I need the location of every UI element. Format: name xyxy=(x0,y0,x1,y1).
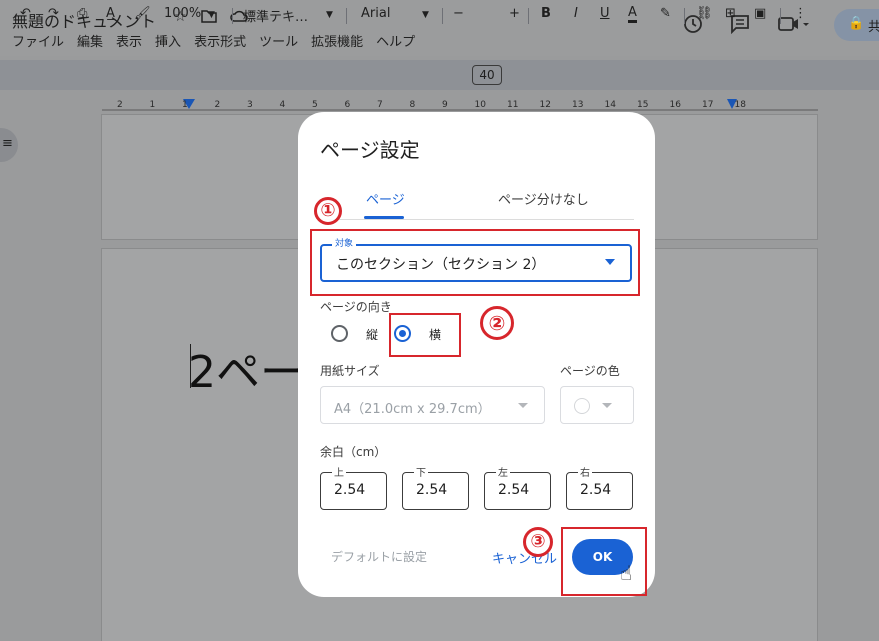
increase-font-size-button[interactable]: + xyxy=(509,6,520,21)
redo-icon[interactable]: ↷ xyxy=(48,6,59,21)
margin-left-label: 左 xyxy=(496,464,510,479)
margin-top-label: 上 xyxy=(332,464,346,479)
menu-tools[interactable]: ツール xyxy=(259,31,298,50)
tab-pageless[interactable]: ページ分けなし xyxy=(498,189,589,208)
margin-bottom-value: 2.54 xyxy=(416,482,448,498)
zoom-select[interactable]: 100% xyxy=(164,6,201,21)
font-caret-icon: ▼ xyxy=(422,10,429,20)
ruler-number: 11 xyxy=(507,100,519,110)
portrait-label: 縦 xyxy=(366,328,379,342)
ruler-number: 9 xyxy=(442,100,448,110)
ruler-number: 2 xyxy=(214,100,221,110)
highlight-icon[interactable]: ✎ xyxy=(660,6,671,21)
ruler-number: 3 xyxy=(247,100,253,110)
menu-extensions[interactable]: 拡張機能 xyxy=(311,31,363,50)
toolbar xyxy=(0,60,879,90)
margins-label: 余白（cm） xyxy=(320,445,387,459)
insert-link-icon[interactable]: ⛓ xyxy=(696,6,713,21)
annotation-box-2 xyxy=(389,313,461,357)
portrait-radio[interactable] xyxy=(331,325,348,342)
ruler-number: 16 xyxy=(669,100,681,110)
ruler-number: 4 xyxy=(279,100,286,110)
toolbar-divider xyxy=(442,8,443,24)
ruler-number: 18 xyxy=(734,100,746,110)
more-options-icon[interactable]: ⋮ xyxy=(794,6,807,21)
toolbar-divider xyxy=(684,8,685,24)
toolbar-divider xyxy=(780,8,781,24)
menu-edit[interactable]: 編集 xyxy=(77,31,103,50)
menu-view[interactable]: 表示 xyxy=(116,31,142,50)
annotation-box-3 xyxy=(561,527,647,596)
page-color-swatch xyxy=(574,398,590,414)
style-caret-icon: ▼ xyxy=(326,10,333,20)
menu-insert[interactable]: 挿入 xyxy=(155,31,181,50)
tab-pages[interactable]: ページ xyxy=(366,189,405,208)
undo-icon[interactable]: ↶ xyxy=(20,6,31,21)
ruler-number: 12 xyxy=(539,100,551,110)
dialog-title: ページ設定 xyxy=(320,138,420,162)
ruler-number: 1 xyxy=(149,100,156,110)
margin-bottom-label: 下 xyxy=(414,464,428,479)
tab-divider xyxy=(320,219,634,220)
share-label: 共 xyxy=(868,20,879,35)
ruler-number: 10 xyxy=(474,100,486,110)
outline-toggle-button[interactable]: ≡ xyxy=(0,128,18,162)
paper-size-value: A4（21.0cm x 29.7cm） xyxy=(334,402,491,417)
annotation-box-1 xyxy=(310,229,640,296)
chevron-down-icon xyxy=(602,403,612,408)
margin-right-value: 2.54 xyxy=(580,482,612,498)
ruler-number: 13 xyxy=(572,100,584,110)
ruler-number: 15 xyxy=(637,100,649,110)
paper-size-label: 用紙サイズ xyxy=(320,364,380,378)
set-as-default-button[interactable]: デフォルトに設定 xyxy=(331,548,427,565)
outline-icon: ≡ xyxy=(2,136,13,151)
toolbar-divider xyxy=(232,8,233,24)
ruler-number: 7 xyxy=(377,100,383,110)
ruler-number: 2 xyxy=(117,100,123,110)
ruler-number: 6 xyxy=(344,100,351,110)
font-select[interactable]: Arial xyxy=(361,6,390,21)
zoom-caret-icon: ▼ xyxy=(208,10,215,20)
text-cursor xyxy=(190,344,191,388)
margin-top-value: 2.54 xyxy=(334,482,366,498)
decrease-font-size-button[interactable]: − xyxy=(453,6,464,21)
annotation-number-1: ① xyxy=(314,197,342,225)
share-button[interactable]: 🔒 共 xyxy=(834,9,879,41)
menu-file[interactable]: ファイル xyxy=(12,31,64,50)
bold-button[interactable]: B xyxy=(541,6,551,21)
ruler-number: 8 xyxy=(409,100,416,110)
menu-help[interactable]: ヘルプ xyxy=(376,31,415,50)
italic-button[interactable]: I xyxy=(574,6,578,21)
ruler-number: 5 xyxy=(312,100,318,110)
font-size-input[interactable]: 40 xyxy=(472,65,502,85)
document-body-text[interactable]: 2ページ xyxy=(188,336,300,400)
page-color-select[interactable] xyxy=(560,386,634,424)
margin-left-value: 2.54 xyxy=(498,482,530,498)
style-select[interactable]: 標準テキ… xyxy=(243,6,308,25)
lock-icon: 🔒 xyxy=(848,16,865,31)
page-setup-dialog: ページ設定 ページ ページ分けなし 対象 このセクション（セクション 2） ペー… xyxy=(298,112,655,597)
menu-bar: ファイル 編集 表示 挿入 表示形式 ツール 拡張機能 ヘルプ xyxy=(12,31,415,50)
hand-pointer-icon: ☝ xyxy=(620,561,633,585)
ruler-number: 17 xyxy=(702,100,714,110)
margin-right-label: 右 xyxy=(578,464,592,479)
add-comment-icon[interactable]: ⊞ xyxy=(725,6,736,21)
menu-format[interactable]: 表示形式 xyxy=(194,31,246,50)
paint-format-icon[interactable]: 🖌 xyxy=(134,6,151,21)
annotation-number-3: ③ xyxy=(523,527,553,557)
annotation-number-2: ② xyxy=(480,306,514,340)
spellcheck-icon[interactable]: A̲ xyxy=(106,6,115,21)
text-color-button[interactable]: A xyxy=(628,6,637,23)
toolbar-divider xyxy=(346,8,347,24)
underline-button[interactable]: U xyxy=(600,6,610,21)
ruler-number: 14 xyxy=(604,100,616,110)
orientation-label: ページの向き xyxy=(320,300,392,314)
print-icon[interactable]: ⎙ xyxy=(77,6,87,21)
ruler-number: 1 xyxy=(182,100,188,110)
toolbar-divider xyxy=(528,8,529,24)
insert-image-icon[interactable]: ▣ xyxy=(754,6,766,21)
page-color-label: ページの色 xyxy=(560,364,620,378)
chevron-down-icon xyxy=(518,403,528,408)
